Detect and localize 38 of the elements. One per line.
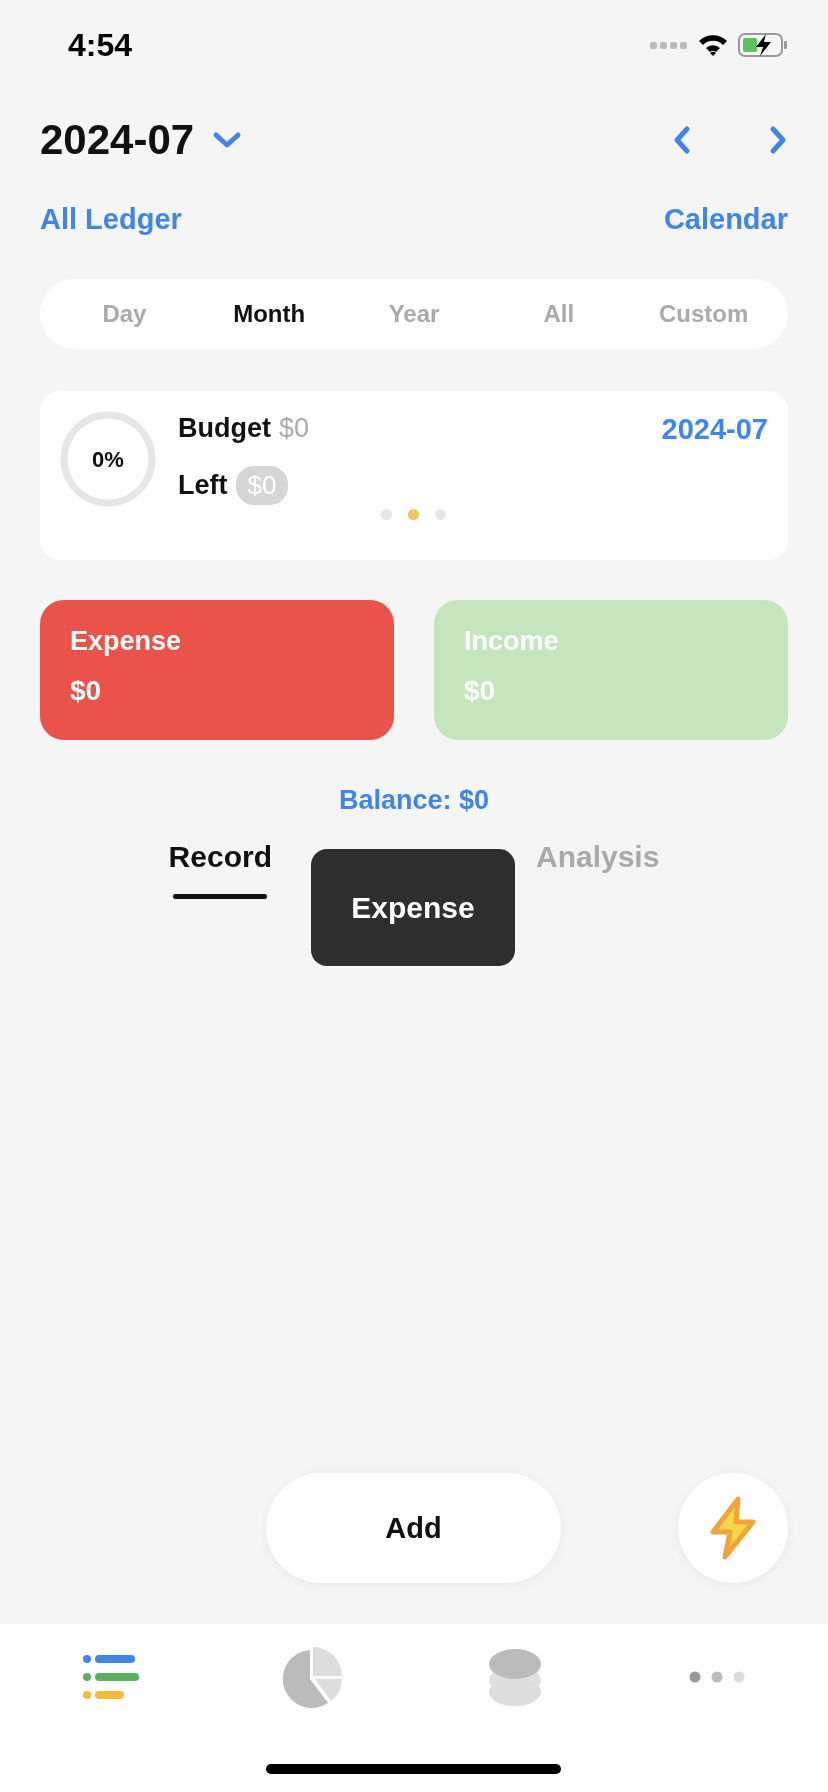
budget-amount: $0 [279, 413, 310, 444]
more-icon[interactable] [689, 1671, 745, 1683]
period-tab[interactable]: All [486, 300, 632, 328]
list-icon[interactable] [83, 1654, 139, 1700]
budget-label: Budget [178, 413, 271, 444]
signal-icon [650, 40, 688, 50]
add-button[interactable]: Add [266, 1473, 561, 1583]
coin-stack-icon[interactable] [488, 1647, 542, 1707]
tooltip-text: Expense [351, 890, 475, 925]
progress-percent: 0% [91, 447, 125, 473]
balance-text: Balance: $0 [338, 784, 490, 816]
view-tab[interactable]: Record [168, 834, 272, 924]
pie-chart-icon[interactable] [282, 1646, 344, 1708]
card-amount: $0 [464, 675, 497, 707]
lightning-icon [708, 1496, 758, 1560]
period-tab[interactable]: Year [341, 300, 487, 328]
expense-card[interactable]: Expense $0 [40, 600, 394, 740]
period-tab[interactable]: Month [196, 300, 342, 328]
left-label: Left [178, 470, 228, 501]
card-label: Income [464, 626, 560, 657]
view-tab[interactable]: Analysis [535, 834, 660, 924]
previous-icon[interactable] [672, 125, 692, 155]
page-dot[interactable] [434, 509, 446, 520]
battery-icon [738, 32, 788, 58]
period-tab[interactable]: Custom [631, 300, 776, 328]
budget-period: 2024-07 [661, 412, 768, 446]
ledger-link[interactable]: All Ledger [40, 202, 182, 236]
wifi-icon [698, 33, 728, 57]
period-title: 2024-07 [40, 116, 195, 164]
page-dot[interactable] [380, 509, 392, 520]
calendar-link[interactable]: Calendar [663, 202, 788, 236]
status-time: 4:54 [68, 26, 133, 64]
chevron-down-icon[interactable] [212, 131, 243, 149]
next-icon[interactable] [768, 125, 788, 155]
card-amount: $0 [70, 675, 103, 707]
page-dot[interactable] [407, 509, 419, 520]
period-tab[interactable]: Day [52, 300, 197, 328]
card-label: Expense [70, 626, 183, 657]
